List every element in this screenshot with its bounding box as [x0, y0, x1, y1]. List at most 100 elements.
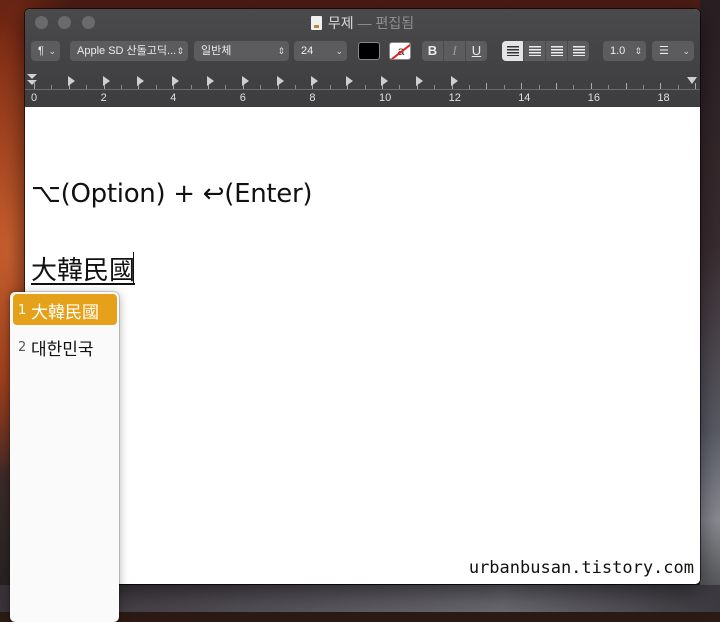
- tab-stop-marker[interactable]: [207, 76, 214, 86]
- candidate-item-2[interactable]: 2 대한민국: [13, 331, 117, 362]
- tab-stop-marker[interactable]: [415, 76, 423, 86]
- align-left-icon: [506, 46, 519, 56]
- ruler-number: 12: [448, 92, 461, 104]
- left-indent-marker[interactable]: [27, 80, 37, 85]
- ruler-tick: [155, 85, 157, 89]
- ruler-tick: [503, 85, 505, 89]
- ruler-number: 18: [657, 92, 670, 104]
- ime-candidate-window: 1 大韓民國 2 대한민국: [10, 292, 119, 622]
- ruler-number: 8: [309, 92, 316, 104]
- ruler-tick: [399, 85, 401, 89]
- ruler-tick: [469, 85, 470, 89]
- font-style-popup[interactable]: 일반체 ⇕: [194, 41, 289, 61]
- paragraph-style-popup[interactable]: ¶ ⌄: [31, 41, 60, 61]
- tab-stop-marker[interactable]: [346, 76, 354, 86]
- ruler-tick: [695, 83, 697, 89]
- ruler-tick: [86, 85, 88, 89]
- ruler-tick: [608, 85, 610, 89]
- candidate-text: 대한민국: [31, 340, 94, 360]
- chevron-down-icon: ⌄: [335, 46, 343, 56]
- document-name: 무제: [327, 15, 354, 31]
- ruler-tick: [364, 85, 366, 89]
- titlebar: 무제 — 편집됨 ¶ ⌄ Apple SD 산돌고딕... ⇕ 일반체 ⇕ 24…: [25, 9, 700, 107]
- tab-stop-marker[interactable]: [137, 76, 145, 86]
- chevron-down-icon: ⌄: [48, 46, 56, 56]
- ruler-tick: [34, 83, 35, 89]
- format-toolbar: ¶ ⌄ Apple SD 산돌고딕... ⇕ 일반체 ⇕ 24 ⌄ a B: [25, 41, 700, 65]
- ruler-number: 4: [170, 92, 177, 104]
- ruler-tick: [643, 85, 644, 89]
- font-size-combo[interactable]: 24 ⌄: [294, 41, 347, 61]
- tab-stop-marker[interactable]: [381, 76, 388, 86]
- font-size-value: 24: [301, 45, 314, 57]
- ruler-number: 10: [379, 92, 392, 104]
- align-center-icon: [528, 46, 541, 56]
- tab-stop-marker[interactable]: [311, 76, 319, 86]
- line-spacing-value: 1.0: [610, 45, 626, 57]
- italic-button[interactable]: I: [444, 41, 466, 61]
- ruler-tick: [538, 85, 540, 89]
- chevron-down-icon: ⌄: [682, 46, 690, 56]
- list-style-popup[interactable]: ☰ ⌄: [652, 41, 694, 61]
- align-right-button[interactable]: [546, 41, 568, 61]
- ruler-tick: [260, 85, 262, 89]
- ruler[interactable]: 0 2 4 6 8 10 12 14 16 18: [25, 71, 700, 107]
- font-family-popup[interactable]: Apple SD 산돌고딕... ⇕: [70, 41, 188, 61]
- ruler-tick: [521, 83, 523, 89]
- underline-button[interactable]: U: [466, 41, 487, 61]
- text-line-hanja: 大韓民國: [31, 256, 136, 286]
- ruler-tick: [190, 85, 192, 89]
- align-justify-button[interactable]: [568, 41, 589, 61]
- text-caret: [133, 252, 134, 283]
- document-icon: [310, 16, 322, 30]
- tab-stop-marker[interactable]: [102, 76, 110, 86]
- line-spacing-popup[interactable]: 1.0 ⇕: [603, 41, 646, 61]
- tab-stop-marker[interactable]: [241, 76, 249, 86]
- ruler-tick: [225, 85, 227, 89]
- ruler-tick: [556, 83, 557, 89]
- text-line-shortcut: ⌥(Option) + ↩(Enter): [31, 179, 313, 209]
- tab-stop-marker[interactable]: [276, 76, 284, 86]
- textedit-window: 무제 — 편집됨 ¶ ⌄ Apple SD 산돌고딕... ⇕ 일반체 ⇕ 24…: [25, 9, 700, 584]
- ruler-number: 6: [239, 92, 246, 104]
- ruler-tick: [329, 85, 331, 89]
- paragraph-style-label: ¶: [38, 45, 44, 57]
- document-body[interactable]: ⌥(Option) + ↩(Enter) 大韓民國 urbanbusan.tis…: [25, 107, 700, 584]
- bold-button[interactable]: B: [422, 41, 444, 61]
- align-justify-icon: [572, 46, 585, 56]
- font-family-label: Apple SD 산돌고딕...: [77, 45, 177, 57]
- ruler-tick: [660, 83, 662, 89]
- ruler-baseline: [25, 89, 700, 90]
- desktop-wallpaper-right: [700, 0, 720, 612]
- background-color-well[interactable]: a: [389, 42, 411, 60]
- alignment-segment: [502, 41, 589, 61]
- ruler-tick: [590, 83, 592, 89]
- ruler-number: 14: [518, 92, 531, 104]
- edited-status: — 편집됨: [357, 15, 415, 31]
- candidate-item-1[interactable]: 1 大韓民國: [13, 294, 117, 325]
- ruler-tick: [677, 85, 679, 89]
- ruler-number: 2: [100, 92, 107, 104]
- ruler-tick: [486, 83, 488, 89]
- window-title: 무제 — 편집됨: [25, 14, 700, 32]
- candidate-number: 1: [18, 303, 27, 318]
- first-line-indent-marker[interactable]: [27, 74, 37, 79]
- watermark-text: urbanbusan.tistory.com: [468, 558, 694, 578]
- candidate-number: 2: [18, 340, 27, 355]
- text-color-well[interactable]: [358, 42, 380, 60]
- ruler-tick: [295, 85, 296, 89]
- ruler-tick: [573, 85, 575, 89]
- align-left-button[interactable]: [502, 41, 524, 61]
- tab-stop-marker[interactable]: [450, 76, 458, 86]
- tab-stop-marker[interactable]: [67, 76, 75, 86]
- tab-stop-marker[interactable]: [172, 76, 180, 86]
- ruler-tick: [51, 85, 53, 89]
- align-right-icon: [550, 46, 563, 56]
- ruler-number: 0: [31, 92, 38, 104]
- ruler-tick: [434, 85, 436, 89]
- font-style-label: 일반체: [201, 45, 232, 57]
- ruler-tick: [121, 85, 122, 89]
- align-center-button[interactable]: [524, 41, 546, 61]
- ruler-tick: [625, 83, 627, 89]
- list-icon: ☰: [659, 45, 669, 57]
